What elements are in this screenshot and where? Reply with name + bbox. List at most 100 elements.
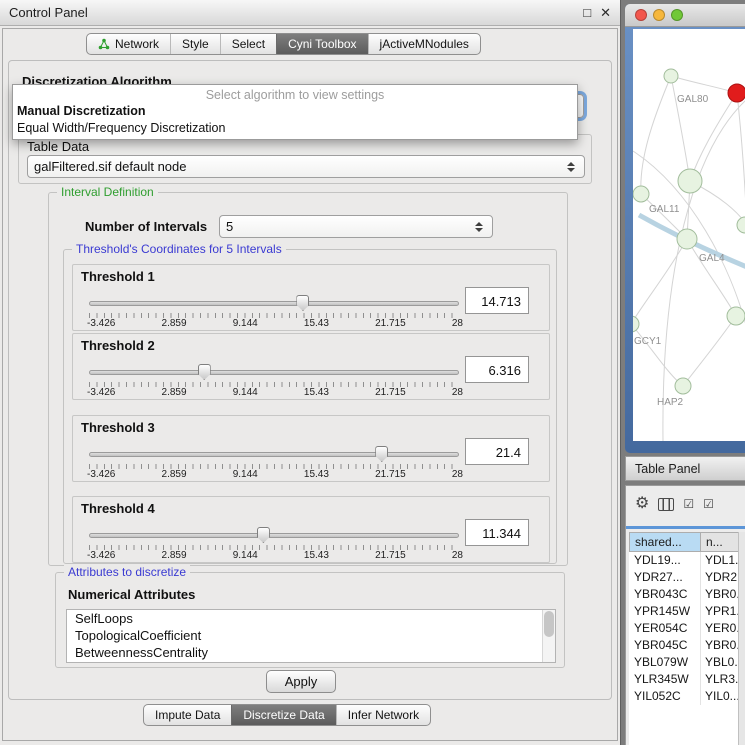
- scrollbar-thumb[interactable]: [544, 611, 554, 637]
- cell[interactable]: YDL1...: [701, 552, 738, 569]
- network-node[interactable]: [737, 217, 745, 233]
- scale-tick-label: 9.144: [233, 550, 258, 561]
- cell[interactable]: YBR045C: [629, 637, 701, 654]
- tab-infer-network[interactable]: Infer Network: [336, 705, 430, 725]
- network-node[interactable]: [633, 316, 639, 332]
- table-row[interactable]: YBL079WYBL0...: [629, 654, 738, 671]
- cell[interactable]: YDR2...: [701, 569, 738, 586]
- select-checkbox-icon[interactable]: ☑: [703, 498, 714, 510]
- network-canvas[interactable]: GAL80 GAL11 GAL4 GCY1 HAP2: [633, 29, 745, 441]
- scale-tick-label: 15.43: [304, 550, 329, 561]
- cell[interactable]: YER0...: [701, 620, 738, 637]
- float-window-icon[interactable]: □: [583, 5, 591, 21]
- network-node[interactable]: [727, 307, 745, 325]
- attributes-list-scrollbar[interactable]: [542, 610, 555, 662]
- cell[interactable]: YBL0...: [701, 654, 738, 671]
- cell[interactable]: YDL19...: [629, 552, 701, 569]
- network-node[interactable]: [678, 169, 702, 193]
- gear-icon[interactable]: ⚙: [635, 496, 649, 512]
- scale-tick-label: 2.859: [162, 318, 187, 329]
- minimize-traffic-light-icon[interactable]: [653, 9, 665, 21]
- threshold-4-slider[interactable]: [89, 527, 459, 545]
- list-item[interactable]: BetweennessCentrality: [67, 644, 555, 661]
- cell[interactable]: YDR27...: [629, 569, 701, 586]
- slider-track[interactable]: [89, 301, 459, 306]
- scale-tick-label: 9.144: [233, 469, 258, 480]
- columns-icon[interactable]: [658, 498, 674, 511]
- control-panel-window: Control Panel □ ✕ Network St: [0, 0, 621, 745]
- table-row[interactable]: YLR345WYLR3...: [629, 671, 738, 688]
- table-row[interactable]: YBR043CYBR0...: [629, 586, 738, 603]
- cell[interactable]: YER054C: [629, 620, 701, 637]
- close-icon[interactable]: ✕: [600, 5, 611, 21]
- cell[interactable]: YBR0...: [701, 637, 738, 654]
- cell[interactable]: YPR1...: [701, 603, 738, 620]
- tab-network[interactable]: Network: [87, 34, 170, 54]
- number-of-intervals-select[interactable]: 5: [219, 215, 493, 238]
- threshold-2-slider[interactable]: [89, 364, 459, 382]
- tab-style[interactable]: Style: [170, 34, 220, 54]
- table-scrollbar[interactable]: [738, 532, 745, 745]
- list-item[interactable]: SelfLoops: [67, 610, 555, 627]
- apply-button[interactable]: Apply: [266, 670, 336, 693]
- cell[interactable]: YLR345W: [629, 671, 701, 688]
- table-row[interactable]: YBR045CYBR0...: [629, 637, 738, 654]
- tab-discretize-data[interactable]: Discretize Data: [231, 705, 335, 725]
- tab-select[interactable]: Select: [220, 34, 276, 54]
- dropdown-placeholder: Select algorithm to view settings: [13, 85, 577, 103]
- slider-thumb[interactable]: [198, 364, 211, 380]
- table-data-select[interactable]: galFiltered.sif default node: [27, 155, 585, 178]
- list-item[interactable]: TopologicalCoefficient: [67, 627, 555, 644]
- column-header-shared-name[interactable]: shared...: [629, 532, 701, 552]
- cell[interactable]: YIL052C: [629, 688, 701, 705]
- network-view-window[interactable]: GAL80 GAL11 GAL4 GCY1 HAP2: [625, 4, 745, 453]
- network-node-selected-red[interactable]: [728, 84, 745, 102]
- stepper-icon: [564, 162, 578, 172]
- slider-track[interactable]: [89, 452, 459, 457]
- tab-impute-data[interactable]: Impute Data: [144, 705, 231, 725]
- cell[interactable]: YBL079W: [629, 654, 701, 671]
- tab-cyni-toolbox[interactable]: Cyni Toolbox: [276, 34, 367, 54]
- table-panel-titlebar: Table Panel: [625, 456, 745, 481]
- table-row[interactable]: YER054CYER0...: [629, 620, 738, 637]
- table-row[interactable]: YIL052CYIL0...: [629, 688, 738, 705]
- network-node[interactable]: [675, 378, 691, 394]
- cell[interactable]: YPR145W: [629, 603, 701, 620]
- cell[interactable]: YIL0...: [701, 688, 738, 705]
- cell[interactable]: YBR0...: [701, 586, 738, 603]
- threshold-1-value-field[interactable]: 14.713: [465, 287, 529, 314]
- slider-thumb[interactable]: [375, 446, 388, 462]
- attributes-group: Attributes to discretize Numerical Attri…: [55, 572, 565, 668]
- network-node[interactable]: [633, 186, 649, 202]
- dropdown-option-equal-width[interactable]: Equal Width/Frequency Discretization: [13, 120, 577, 137]
- table-row[interactable]: YDR27...YDR2...: [629, 569, 738, 586]
- scale-tick-label: 15.43: [304, 318, 329, 329]
- scale-tick-label: 28: [452, 387, 463, 398]
- column-header-name[interactable]: n...: [701, 532, 739, 552]
- threshold-1-slider[interactable]: [89, 295, 459, 313]
- network-node[interactable]: [664, 69, 678, 83]
- threshold-2-value-field[interactable]: 6.316: [465, 356, 529, 383]
- zoom-traffic-light-icon[interactable]: [671, 9, 683, 21]
- threshold-3-slider[interactable]: [89, 446, 459, 464]
- tab-jactivemnodules[interactable]: jActiveMNodules: [368, 34, 480, 54]
- table-row[interactable]: YDL19...YDL1...: [629, 552, 738, 569]
- tab-label: Cyni Toolbox: [288, 37, 356, 51]
- slider-track[interactable]: [89, 370, 459, 375]
- close-traffic-light-icon[interactable]: [635, 9, 647, 21]
- slider-thumb[interactable]: [257, 527, 270, 543]
- slider-track[interactable]: [89, 533, 459, 538]
- scale-tick-label: 21.715: [375, 318, 406, 329]
- threshold-4-value-field[interactable]: 11.344: [465, 519, 529, 546]
- network-node[interactable]: [677, 229, 697, 249]
- thresholds-group-title: Threshold's Coordinates for 5 Intervals: [72, 242, 286, 256]
- slider-thumb[interactable]: [296, 295, 309, 311]
- threshold-3-value-field[interactable]: 21.4: [465, 438, 529, 465]
- select-checkbox-icon[interactable]: ☑: [683, 498, 694, 510]
- cell[interactable]: YBR043C: [629, 586, 701, 603]
- dropdown-option-manual-discretization[interactable]: Manual Discretization: [13, 103, 577, 120]
- table-row[interactable]: YPR145WYPR1...: [629, 603, 738, 620]
- cell[interactable]: YLR3...: [701, 671, 738, 688]
- desktop: Control Panel □ ✕ Network St: [0, 0, 745, 745]
- threshold-2-panel: Threshold 2 -3.426 2.859 9.144 15.43 21.…: [72, 333, 550, 400]
